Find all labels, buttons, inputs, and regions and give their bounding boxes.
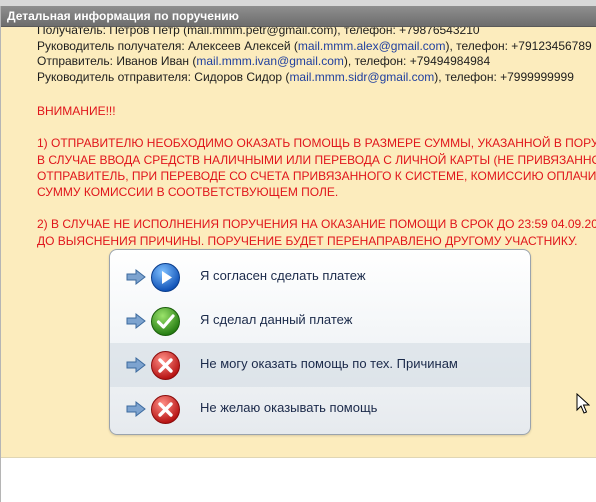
recipient-head-line: Руководитель получателя: Алексеев Алексе… <box>37 39 596 55</box>
details-dialog: Детальная информация по поручению Получа… <box>0 6 596 502</box>
sender-head-email-link[interactable]: mail.mmm.sidr@gmail.com <box>289 70 434 84</box>
decline-to-help-label: Не желаю оказывать помощь <box>200 400 378 415</box>
cannot-help-technical-button[interactable]: Не могу оказать помощь по тех. Причинам <box>110 343 530 387</box>
recipient-head-text: Руководитель получателя: Алексеев Алексе… <box>37 38 298 53</box>
warning-p1-line: В СЛУЧАЕ ВВОДА СРЕДСТВ НАЛИЧНЫМИ ИЛИ ПЕР… <box>37 152 596 167</box>
cannot-help-technical-label: Не могу оказать помощь по тех. Причинам <box>200 356 458 371</box>
recipient-head-email-link[interactable]: mail.mmm.alex@gmail.com <box>298 39 446 53</box>
participants-info: Получатель: Петров Петр (mail.mmm.petr@g… <box>37 27 596 85</box>
arrow-right-icon <box>126 312 146 330</box>
sender-email-link[interactable]: mail.mmm.ivan@gmail.com <box>196 54 344 68</box>
decline-to-help-button[interactable]: Не желаю оказывать помощь <box>110 387 530 431</box>
agree-to-pay-label: Я согласен сделать платеж <box>200 268 366 283</box>
sender-text: Отправитель: Иванов Иван ( <box>37 54 197 68</box>
recipient-line: Получатель: Петров Петр (mail.mmm.petr@g… <box>37 27 480 37</box>
sender-head-text: Руководитель отправителя: Сидоров Сидор … <box>37 69 290 84</box>
agree-to-pay-button[interactable]: Я согласен сделать платеж <box>110 255 530 299</box>
warning-p1-line: СУММУ КОМИССИИ В СООТВЕТСТВУЮЩЕМ ПОЛЕ. <box>37 185 339 199</box>
dialog-footer <box>1 457 596 502</box>
cross-icon <box>151 395 180 424</box>
sender-head-line: Руководитель отправителя: Сидоров Сидор … <box>37 70 596 86</box>
warning-p2-line: ДО ВЫЯСНЕНИЯ ПРИЧИНЫ. ПОРУЧЕНИЕ БУДЕТ ПЕ… <box>37 233 578 248</box>
warning-block: ВНИМАНИЕ!!! 1) ОТПРАВИТЕЛЮ НЕОБХОДИМО ОК… <box>37 103 596 249</box>
payment-made-label: Я сделал данный платеж <box>200 312 353 327</box>
play-icon <box>151 263 180 292</box>
cross-icon <box>151 351 180 380</box>
warning-p1-line: ОТПРАВИТЕЛЬ, ПРИ ПЕРЕВОДЕ СО СЧЕТА ПРИВЯ… <box>37 168 596 183</box>
arrow-right-icon <box>126 268 146 286</box>
arrow-right-icon <box>126 400 146 418</box>
actions-menu: Я согласен сделать платеж Я сделал данны… <box>109 249 531 435</box>
arrow-right-icon <box>126 356 146 374</box>
check-icon <box>151 307 180 336</box>
payment-made-button[interactable]: Я сделал данный платеж <box>110 299 530 343</box>
sender-line: Отправитель: Иванов Иван (mail.mmm.ivan@… <box>37 54 596 70</box>
recipient-head-phone: ), телефон: +79123456789 <box>445 38 592 53</box>
warning-heading: ВНИМАНИЕ!!! <box>37 104 116 118</box>
dialog-title[interactable]: Детальная информация по поручению <box>1 6 596 27</box>
sender-head-phone: ), телефон: +7999999999 <box>434 69 574 84</box>
warning-p1-line: 1) ОТПРАВИТЕЛЮ НЕОБХОДИМО ОКАЗАТЬ ПОМОЩЬ… <box>37 136 596 151</box>
sender-phone: ), телефон: +79494984984 <box>343 54 491 68</box>
mouse-cursor-icon <box>576 393 590 414</box>
warning-p2-line: 2) В СЛУЧАЕ НЕ ИСПОЛНЕНИЯ ПОРУЧЕНИЯ НА О… <box>37 217 596 232</box>
